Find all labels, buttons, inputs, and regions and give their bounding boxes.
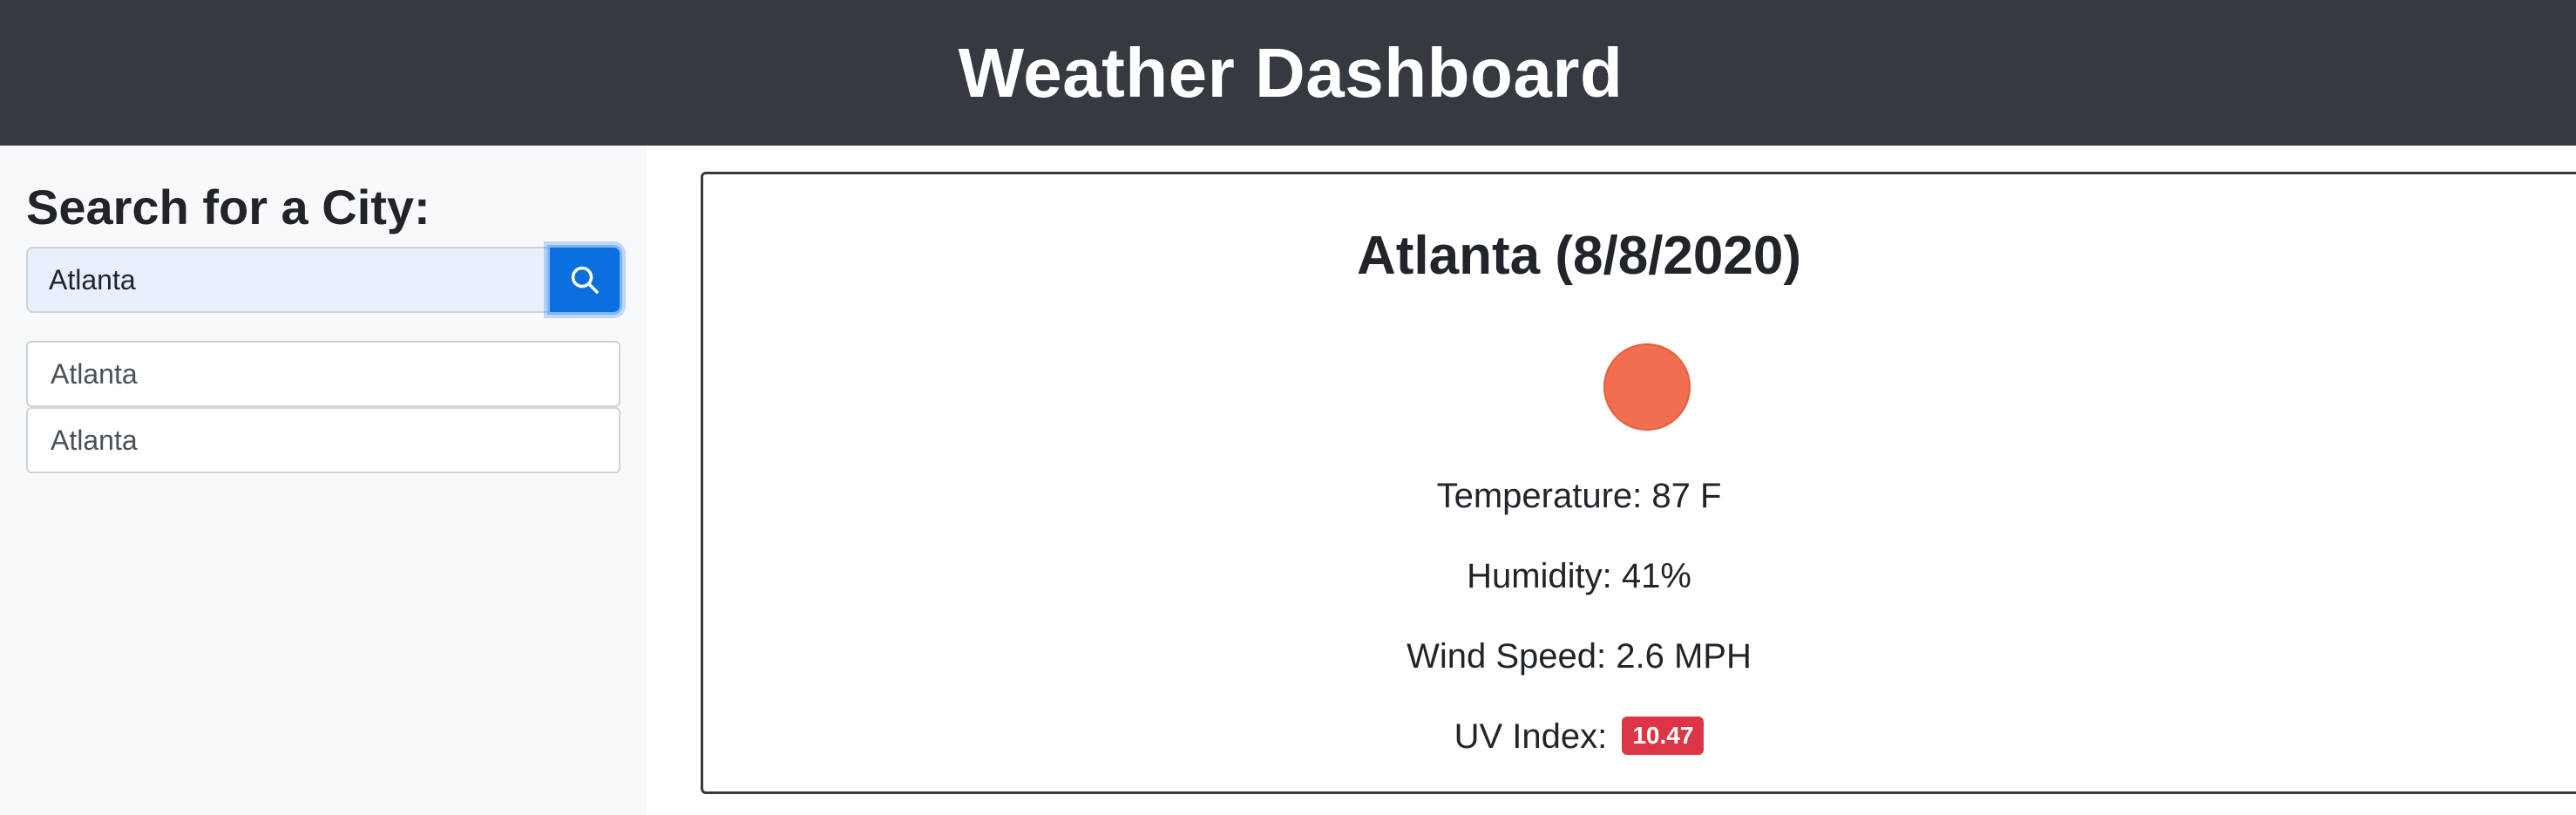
uv-index-label: UV Index:: [1454, 717, 1608, 756]
search-icon: [569, 264, 600, 295]
search-heading: Search for a City:: [26, 180, 430, 234]
app-header: Weather Dashboard: [0, 0, 2576, 146]
history-item[interactable]: Atlanta: [26, 341, 620, 407]
current-weather-card: Atlanta (8/8/2020) Temperature: 87 F Hum…: [701, 172, 2576, 794]
history-item[interactable]: Atlanta: [26, 407, 620, 473]
uv-index-badge: 10.47: [1622, 717, 1705, 756]
city-search-input[interactable]: [26, 247, 547, 313]
search-history-list: Atlanta Atlanta: [26, 341, 620, 473]
search-group: [26, 245, 622, 315]
sidebar: Search for a City: Atlanta Atlanta: [0, 146, 647, 815]
temperature-text: Temperature: 87 F: [1436, 477, 1722, 515]
city-date-heading: Atlanta (8/8/2020): [1357, 226, 1801, 286]
app-title: Weather Dashboard: [958, 33, 1624, 112]
search-button[interactable]: [547, 245, 622, 315]
uv-index-row: UV Index: 10.47: [1065, 717, 2093, 757]
humidity-text: Humidity: 41%: [1467, 557, 1691, 595]
sun-icon: [1603, 343, 1691, 431]
wind-speed-text: Wind Speed: 2.6 MPH: [1407, 637, 1752, 676]
